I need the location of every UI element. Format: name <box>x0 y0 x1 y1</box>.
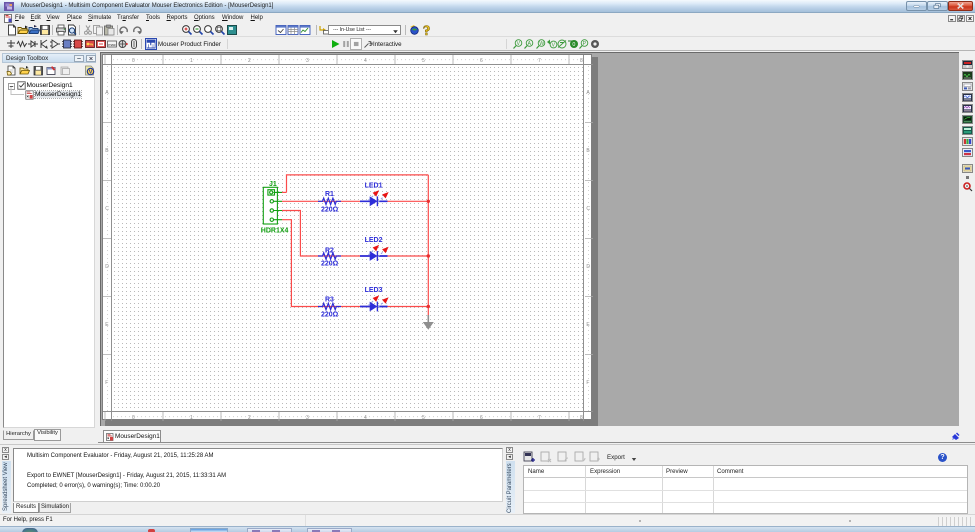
svg-text:LED1: LED1 <box>365 182 383 189</box>
svg-text:P: P <box>583 41 587 47</box>
svg-text:V: V <box>89 70 93 76</box>
svg-text:W: W <box>539 41 544 47</box>
svg-text:mac: mac <box>108 42 116 47</box>
svg-text:LED3: LED3 <box>365 287 383 294</box>
svg-text:R1: R1 <box>325 191 334 198</box>
svg-text:LED2: LED2 <box>365 237 383 244</box>
svg-text:220Ω: 220Ω <box>321 311 339 318</box>
svg-text:220Ω: 220Ω <box>321 261 339 268</box>
svg-text:HDR1X4: HDR1X4 <box>261 228 289 235</box>
svg-text:220Ω: 220Ω <box>321 207 339 214</box>
svg-text:R3: R3 <box>325 296 334 303</box>
svg-text:J1: J1 <box>269 181 277 188</box>
svg-text:0: 0 <box>572 42 575 48</box>
svg-text:R2: R2 <box>325 248 334 255</box>
